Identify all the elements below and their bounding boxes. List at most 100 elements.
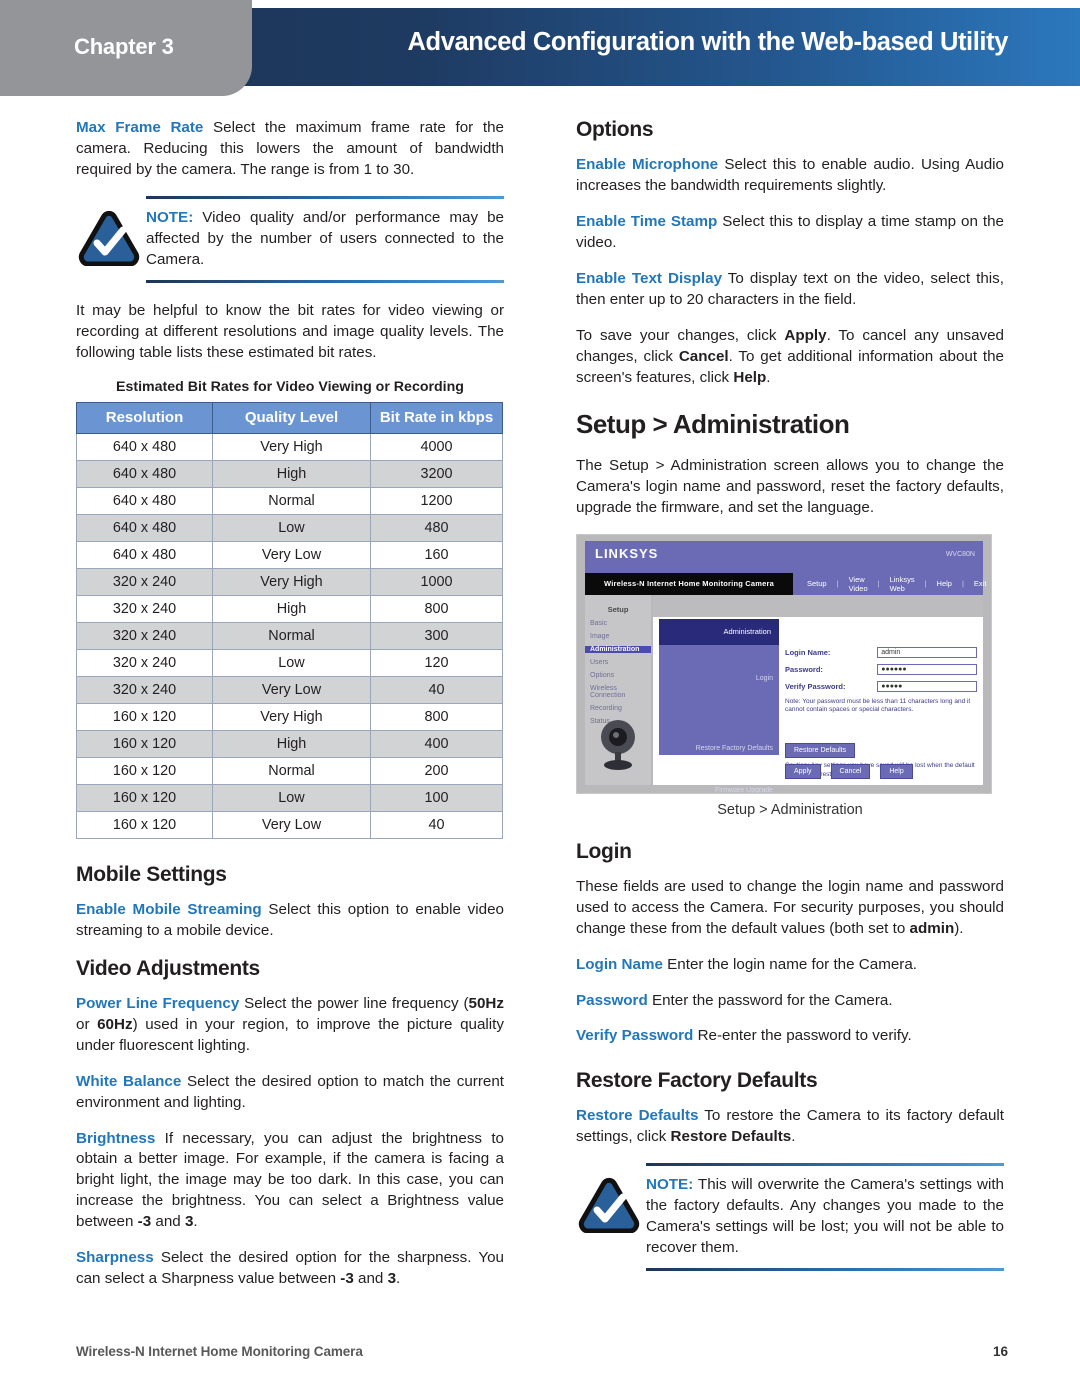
input-verify-password[interactable]: ●●●●● bbox=[877, 680, 977, 692]
form-row-verify-password: Verify Password: ●●●●● bbox=[785, 680, 977, 692]
paragraph-login-name: Login Name Enter the login name for the … bbox=[576, 955, 1004, 976]
nav-link-linksys-web[interactable]: Linksys Web bbox=[890, 575, 915, 593]
cell-resolution: 160 x 120 bbox=[76, 810, 213, 839]
text-plf-post: ) used in your region, to improve the pi… bbox=[76, 1015, 504, 1054]
nav-sep-1: | bbox=[836, 579, 839, 589]
term-enable-text-display: Enable Text Display bbox=[576, 269, 723, 287]
paragraph-setup-admin-intro: The Setup > Administration screen allows… bbox=[576, 456, 1004, 516]
cell-resolution: 640 x 480 bbox=[76, 459, 213, 488]
nav-sep-3: | bbox=[924, 579, 927, 589]
value-sharpness-min: -3 bbox=[340, 1270, 354, 1288]
screenshot-nav-links: Setup | View Video | Linksys Web | Help | Ex… bbox=[799, 573, 986, 595]
text-plf-mid: or bbox=[76, 1015, 98, 1033]
term-sharpness: Sharpness bbox=[76, 1249, 154, 1267]
sidebar-item-users[interactable]: Users bbox=[585, 659, 651, 666]
text-restore-post: . bbox=[791, 1128, 796, 1146]
paragraph-bitrate-intro: It may be helpful to know the bit rates … bbox=[76, 301, 504, 361]
sidebar-item-basic[interactable]: Basic bbox=[585, 620, 651, 627]
table-row: 640 x 480 Low 480 bbox=[76, 513, 503, 542]
left-column: Max Frame Rate Select the maximum frame … bbox=[76, 118, 504, 1290]
cell-quality-level: Normal bbox=[212, 486, 371, 515]
value-sharpness-max: 3 bbox=[387, 1270, 397, 1288]
input-password[interactable]: ●●●●●● bbox=[877, 663, 977, 675]
sidebar-item-image[interactable]: Image bbox=[585, 633, 651, 640]
cell-bit-rate: 120 bbox=[370, 648, 503, 677]
text-password: Enter the password for the Camera. bbox=[647, 991, 893, 1009]
apply-button[interactable]: Apply bbox=[785, 763, 821, 779]
cell-bit-rate: 3200 bbox=[370, 459, 503, 488]
heading-mobile-settings: Mobile Settings bbox=[76, 862, 227, 886]
paragraph-password: Password Enter the password for the Came… bbox=[576, 991, 1004, 1012]
cell-quality-level: Very High bbox=[212, 702, 371, 731]
button-name-cancel: Cancel bbox=[678, 347, 729, 365]
cell-quality-level: High bbox=[212, 729, 371, 758]
password-hint-text: Note: Your password must be less than 11… bbox=[785, 697, 971, 714]
footer-page-number: 16 bbox=[992, 1344, 1008, 1359]
panel-title-administration: Administration bbox=[659, 618, 779, 645]
nav-link-setup[interactable]: Setup bbox=[807, 579, 827, 588]
term-password: Password bbox=[576, 991, 648, 1009]
term-brightness: Brightness bbox=[76, 1129, 156, 1147]
cell-resolution: 640 x 480 bbox=[76, 540, 213, 569]
screenshot-content: Administration Login Restore Factory Def… bbox=[653, 594, 983, 793]
table-row: 160 x 120 Very Low 40 bbox=[76, 810, 503, 839]
cell-bit-rate: 40 bbox=[370, 810, 503, 839]
cell-quality-level: Low bbox=[212, 648, 371, 677]
page-footer: Wireless-N Internet Home Monitoring Came… bbox=[76, 1344, 1008, 1359]
linksys-logo: LINKSYS bbox=[595, 545, 659, 561]
button-name-help: Help bbox=[733, 368, 767, 386]
cell-resolution: 320 x 240 bbox=[76, 675, 213, 704]
note-box-frame-rate: NOTE: Video quality and/or performance m… bbox=[76, 195, 504, 283]
sidebar-item-wireless-connection[interactable]: Wireless Connection bbox=[585, 685, 651, 699]
heading-options: Options bbox=[576, 118, 654, 141]
form-row-login-name: Login Name: admin bbox=[785, 646, 977, 658]
model-label: WVC80N bbox=[945, 550, 975, 558]
nav-link-view-video[interactable]: View Video bbox=[849, 575, 868, 593]
cell-quality-level: Normal bbox=[212, 621, 371, 650]
note2-rule-bottom bbox=[646, 1268, 1004, 1272]
cell-resolution: 160 x 120 bbox=[76, 702, 213, 731]
text-brightness-post: . bbox=[193, 1213, 198, 1231]
cell-quality-level: Low bbox=[212, 513, 371, 542]
table-row: 160 x 120 Low 100 bbox=[76, 783, 503, 812]
cell-quality-level: Low bbox=[212, 783, 371, 812]
value-brightness-min: -3 bbox=[137, 1213, 152, 1231]
cell-bit-rate: 800 bbox=[370, 702, 503, 731]
screenshot-caption: Setup > Administration bbox=[717, 801, 863, 818]
chapter-tab: Chapter 3 bbox=[0, 0, 252, 96]
text-save-p1: To save your changes, click bbox=[576, 326, 785, 344]
paragraph-restore-defaults: Restore Defaults To restore the Camera t… bbox=[576, 1106, 1004, 1148]
footer-product-name: Wireless-N Internet Home Monitoring Came… bbox=[76, 1344, 363, 1359]
screenshot-sidebar: Setup Basic Image Administration Users O… bbox=[585, 594, 651, 785]
screenshot-navbar: Wireless-N Internet Home Monitoring Came… bbox=[585, 572, 986, 595]
text-brightness-mid: and bbox=[151, 1213, 185, 1231]
button-name-apply: Apply bbox=[784, 326, 827, 344]
nav-link-help[interactable]: Help bbox=[937, 579, 952, 588]
cell-resolution: 640 x 480 bbox=[76, 432, 213, 461]
cell-bit-rate: 1000 bbox=[370, 567, 503, 596]
paragraph-enable-microphone: Enable Microphone Select this to enable … bbox=[576, 155, 1004, 197]
sidebar-item-options[interactable]: Options bbox=[585, 672, 651, 679]
note-check-icon-2 bbox=[578, 1177, 640, 1234]
column-header-resolution: Resolution bbox=[76, 401, 213, 434]
cell-bit-rate: 800 bbox=[370, 594, 503, 623]
restore-defaults-button[interactable]: Restore Defaults bbox=[785, 743, 856, 759]
screenshot-product-name: Wireless-N Internet Home Monitoring Came… bbox=[585, 572, 793, 595]
paragraph-enable-time-stamp: Enable Time Stamp Select this to display… bbox=[576, 212, 1004, 254]
page-header: Chapter 3 Advanced Configuration with th… bbox=[0, 0, 1080, 96]
input-login-name[interactable]: admin bbox=[877, 646, 977, 658]
term-white-balance: White Balance bbox=[76, 1072, 182, 1090]
group-label-restore: Restore Factory Defaults bbox=[695, 744, 773, 752]
sidebar-item-administration[interactable]: Administration bbox=[585, 645, 651, 653]
table-row: 160 x 120 High 400 bbox=[76, 729, 503, 758]
cancel-button[interactable]: Cancel bbox=[830, 763, 871, 779]
text-sharpness-mid: and bbox=[353, 1270, 388, 1288]
cell-quality-level: High bbox=[212, 459, 371, 488]
nav-link-exit[interactable]: Exit bbox=[974, 579, 987, 588]
sidebar-item-recording[interactable]: Recording bbox=[585, 705, 651, 712]
help-button[interactable]: Help bbox=[880, 763, 913, 779]
label-verify-password: Verify Password: bbox=[785, 681, 846, 691]
cell-bit-rate: 300 bbox=[370, 621, 503, 650]
camera-product-image bbox=[597, 717, 639, 771]
term-power-line-frequency: Power Line Frequency bbox=[76, 994, 240, 1012]
